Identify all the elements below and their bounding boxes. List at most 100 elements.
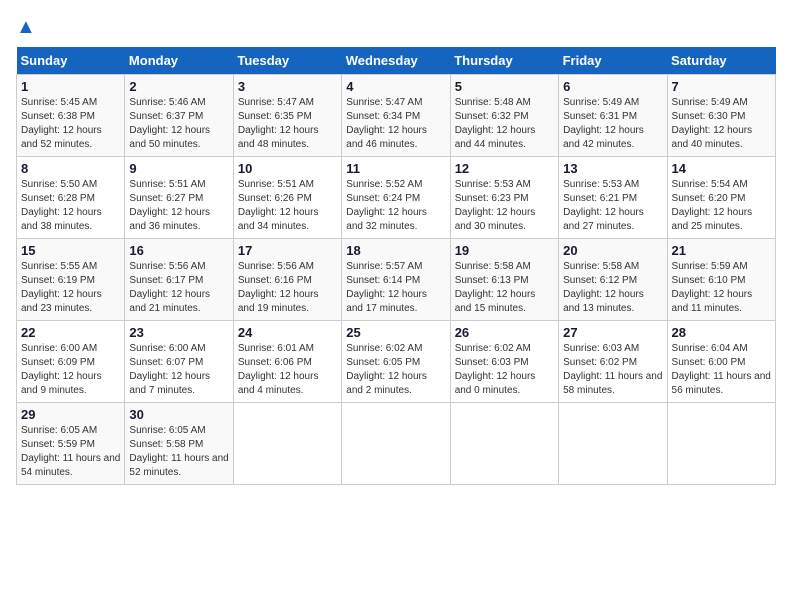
day-sunrise: Sunrise: 5:47 AM [346, 97, 422, 108]
calendar-cell: 12 Sunrise: 5:53 AM Sunset: 6:23 PM Dayl… [450, 157, 558, 239]
day-sunset: Sunset: 6:02 PM [563, 357, 637, 368]
calendar-cell [233, 403, 341, 485]
calendar-cell: 17 Sunrise: 5:56 AM Sunset: 6:16 PM Dayl… [233, 239, 341, 321]
day-number: 2 [129, 79, 228, 94]
calendar-cell [559, 403, 667, 485]
day-sunrise: Sunrise: 6:00 AM [129, 343, 205, 354]
calendar-cell: 15 Sunrise: 5:55 AM Sunset: 6:19 PM Dayl… [17, 239, 125, 321]
day-sunrise: Sunrise: 5:49 AM [563, 97, 639, 108]
calendar-cell [450, 403, 558, 485]
day-sunset: Sunset: 6:14 PM [346, 275, 420, 286]
weekday-header-sunday: Sunday [17, 47, 125, 75]
day-sunrise: Sunrise: 6:01 AM [238, 343, 314, 354]
day-daylight: Daylight: 12 hours and 15 minutes. [455, 289, 536, 314]
day-number: 26 [455, 325, 554, 340]
calendar-row: 22 Sunrise: 6:00 AM Sunset: 6:09 PM Dayl… [17, 321, 776, 403]
day-number: 11 [346, 161, 445, 176]
calendar-cell: 20 Sunrise: 5:58 AM Sunset: 6:12 PM Dayl… [559, 239, 667, 321]
day-daylight: Daylight: 12 hours and 11 minutes. [672, 289, 753, 314]
day-number: 19 [455, 243, 554, 258]
day-sunrise: Sunrise: 5:59 AM [672, 261, 748, 272]
day-sunrise: Sunrise: 5:45 AM [21, 97, 97, 108]
calendar-cell: 1 Sunrise: 5:45 AM Sunset: 6:38 PM Dayli… [17, 75, 125, 157]
day-sunset: Sunset: 6:35 PM [238, 111, 312, 122]
day-daylight: Daylight: 11 hours and 54 minutes. [21, 453, 120, 478]
day-sunrise: Sunrise: 5:54 AM [672, 179, 748, 190]
calendar-row: 1 Sunrise: 5:45 AM Sunset: 6:38 PM Dayli… [17, 75, 776, 157]
day-number: 22 [21, 325, 120, 340]
calendar-cell: 21 Sunrise: 5:59 AM Sunset: 6:10 PM Dayl… [667, 239, 775, 321]
day-sunset: Sunset: 6:17 PM [129, 275, 203, 286]
day-daylight: Daylight: 12 hours and 38 minutes. [21, 207, 102, 232]
day-sunrise: Sunrise: 5:46 AM [129, 97, 205, 108]
day-daylight: Daylight: 12 hours and 52 minutes. [21, 125, 102, 150]
day-sunrise: Sunrise: 6:02 AM [455, 343, 531, 354]
day-number: 8 [21, 161, 120, 176]
day-number: 6 [563, 79, 662, 94]
day-daylight: Daylight: 11 hours and 52 minutes. [129, 453, 228, 478]
calendar-cell: 2 Sunrise: 5:46 AM Sunset: 6:37 PM Dayli… [125, 75, 233, 157]
calendar-row: 8 Sunrise: 5:50 AM Sunset: 6:28 PM Dayli… [17, 157, 776, 239]
day-sunset: Sunset: 6:10 PM [672, 275, 746, 286]
day-number: 10 [238, 161, 337, 176]
calendar-cell: 18 Sunrise: 5:57 AM Sunset: 6:14 PM Dayl… [342, 239, 450, 321]
day-sunrise: Sunrise: 6:04 AM [672, 343, 748, 354]
day-sunset: Sunset: 5:58 PM [129, 439, 203, 450]
calendar-cell: 30 Sunrise: 6:05 AM Sunset: 5:58 PM Dayl… [125, 403, 233, 485]
weekday-header-tuesday: Tuesday [233, 47, 341, 75]
logo-bird-icon: ▲ [16, 16, 36, 38]
day-sunset: Sunset: 6:00 PM [672, 357, 746, 368]
day-number: 9 [129, 161, 228, 176]
weekday-header-thursday: Thursday [450, 47, 558, 75]
day-sunrise: Sunrise: 5:51 AM [129, 179, 205, 190]
day-sunset: Sunset: 6:07 PM [129, 357, 203, 368]
day-number: 25 [346, 325, 445, 340]
day-sunrise: Sunrise: 5:53 AM [563, 179, 639, 190]
day-daylight: Daylight: 12 hours and 4 minutes. [238, 371, 319, 396]
calendar-cell: 7 Sunrise: 5:49 AM Sunset: 6:30 PM Dayli… [667, 75, 775, 157]
weekday-header-saturday: Saturday [667, 47, 775, 75]
day-daylight: Daylight: 12 hours and 21 minutes. [129, 289, 210, 314]
day-number: 17 [238, 243, 337, 258]
calendar-cell: 10 Sunrise: 5:51 AM Sunset: 6:26 PM Dayl… [233, 157, 341, 239]
calendar-cell: 11 Sunrise: 5:52 AM Sunset: 6:24 PM Dayl… [342, 157, 450, 239]
day-sunrise: Sunrise: 5:57 AM [346, 261, 422, 272]
day-sunrise: Sunrise: 5:58 AM [455, 261, 531, 272]
calendar-cell: 23 Sunrise: 6:00 AM Sunset: 6:07 PM Dayl… [125, 321, 233, 403]
day-number: 29 [21, 407, 120, 422]
day-sunset: Sunset: 6:27 PM [129, 193, 203, 204]
day-number: 12 [455, 161, 554, 176]
calendar-cell: 26 Sunrise: 6:02 AM Sunset: 6:03 PM Dayl… [450, 321, 558, 403]
day-sunset: Sunset: 6:13 PM [455, 275, 529, 286]
day-daylight: Daylight: 12 hours and 2 minutes. [346, 371, 427, 396]
day-sunrise: Sunrise: 5:49 AM [672, 97, 748, 108]
calendar-body: 1 Sunrise: 5:45 AM Sunset: 6:38 PM Dayli… [17, 75, 776, 485]
day-daylight: Daylight: 12 hours and 27 minutes. [563, 207, 644, 232]
day-daylight: Daylight: 12 hours and 0 minutes. [455, 371, 536, 396]
calendar-cell: 25 Sunrise: 6:02 AM Sunset: 6:05 PM Dayl… [342, 321, 450, 403]
header: ▲ [16, 16, 776, 39]
calendar-row: 15 Sunrise: 5:55 AM Sunset: 6:19 PM Dayl… [17, 239, 776, 321]
calendar-table: SundayMondayTuesdayWednesdayThursdayFrid… [16, 47, 776, 485]
day-daylight: Daylight: 12 hours and 17 minutes. [346, 289, 427, 314]
day-daylight: Daylight: 12 hours and 19 minutes. [238, 289, 319, 314]
day-sunrise: Sunrise: 5:48 AM [455, 97, 531, 108]
day-number: 5 [455, 79, 554, 94]
day-sunset: Sunset: 6:32 PM [455, 111, 529, 122]
day-sunset: Sunset: 5:59 PM [21, 439, 95, 450]
day-sunrise: Sunrise: 5:56 AM [129, 261, 205, 272]
day-daylight: Daylight: 12 hours and 34 minutes. [238, 207, 319, 232]
calendar-cell: 6 Sunrise: 5:49 AM Sunset: 6:31 PM Dayli… [559, 75, 667, 157]
day-number: 21 [672, 243, 771, 258]
calendar-cell [342, 403, 450, 485]
day-sunrise: Sunrise: 5:52 AM [346, 179, 422, 190]
day-daylight: Daylight: 12 hours and 13 minutes. [563, 289, 644, 314]
day-sunset: Sunset: 6:24 PM [346, 193, 420, 204]
day-sunset: Sunset: 6:12 PM [563, 275, 637, 286]
day-sunset: Sunset: 6:26 PM [238, 193, 312, 204]
calendar-cell: 3 Sunrise: 5:47 AM Sunset: 6:35 PM Dayli… [233, 75, 341, 157]
calendar-cell: 4 Sunrise: 5:47 AM Sunset: 6:34 PM Dayli… [342, 75, 450, 157]
calendar-cell [667, 403, 775, 485]
day-sunrise: Sunrise: 5:53 AM [455, 179, 531, 190]
day-sunset: Sunset: 6:09 PM [21, 357, 95, 368]
